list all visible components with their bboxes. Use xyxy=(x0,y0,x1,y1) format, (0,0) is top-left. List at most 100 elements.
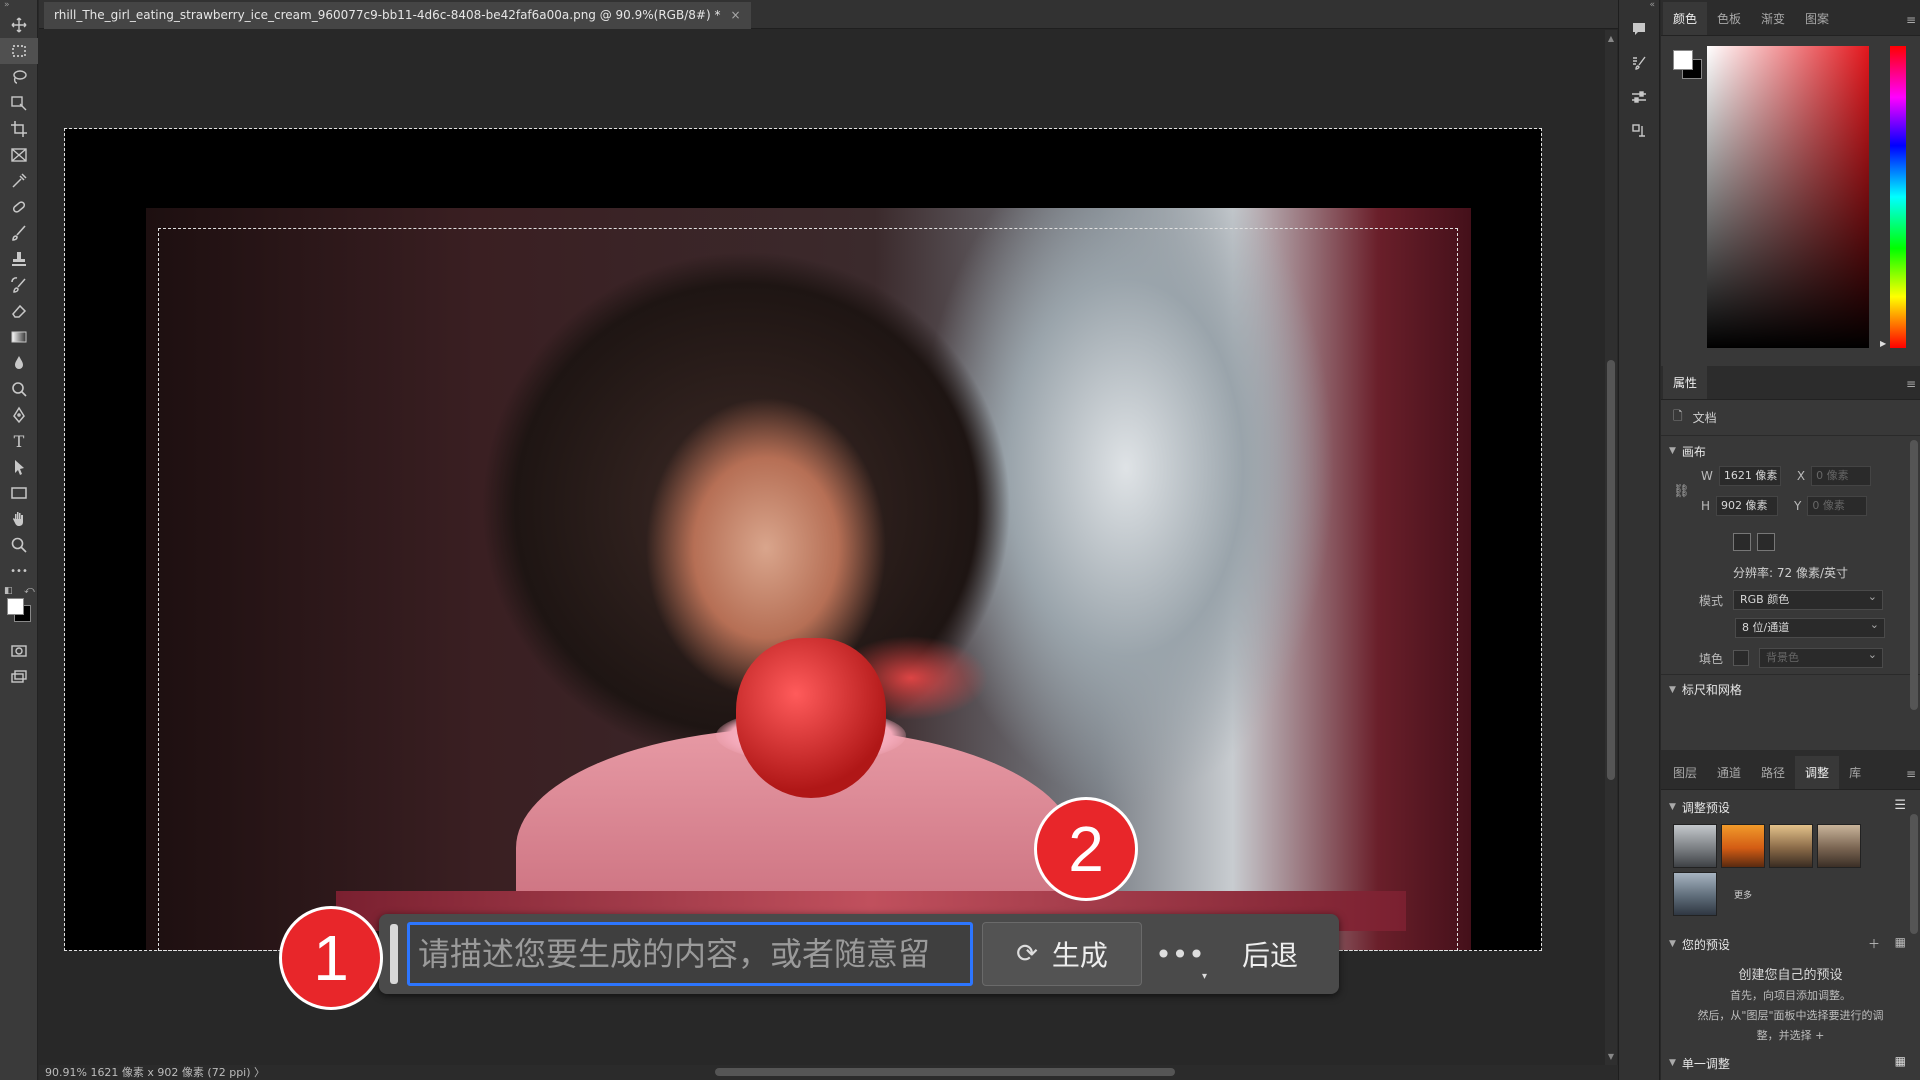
scroll-down-icon[interactable]: ▼ xyxy=(1605,1052,1617,1061)
move-tool-icon[interactable] xyxy=(0,12,38,38)
contextual-task-bar: ⟳ 生成 ••• ▾ 后退 xyxy=(379,914,1339,994)
grid-view-icon[interactable]: ▦ xyxy=(1895,1054,1906,1068)
crop-tool-icon[interactable] xyxy=(0,116,38,142)
rulers-grid-section-header[interactable]: ▼ 标尺和网格 xyxy=(1661,674,1920,704)
list-view-icon[interactable]: ☰ xyxy=(1894,798,1906,813)
toolbar-collapse-button[interactable]: » xyxy=(0,0,37,12)
landscape-orientation-icon[interactable] xyxy=(1757,533,1775,551)
task-bar-drag-handle[interactable] xyxy=(390,924,398,984)
more-tools-icon[interactable]: ••• xyxy=(0,558,38,584)
preset-thumbnail[interactable] xyxy=(1817,824,1861,868)
canvas-workspace[interactable]: ⟳ 生成 ••• ▾ 后退 1 2 xyxy=(39,30,1604,1065)
x-field: 0 像素 xyxy=(1811,466,1872,486)
close-tab-icon[interactable]: × xyxy=(730,2,740,29)
pen-tool-icon[interactable] xyxy=(0,402,38,428)
tools-panel: » T ••• ◧ ⤺ xyxy=(0,0,38,1080)
more-options-button[interactable]: ••• ▾ xyxy=(1151,922,1209,986)
saturation-value-field[interactable] xyxy=(1707,46,1869,348)
color-swatches[interactable]: ◧ ⤺ xyxy=(0,584,38,638)
quick-mask-icon[interactable] xyxy=(0,638,38,664)
document-icon: 🗋 xyxy=(1673,409,1683,423)
spot-heal-tool-icon[interactable] xyxy=(0,194,38,220)
dodge-tool-icon[interactable] xyxy=(0,376,38,402)
properties-scrollbar[interactable] xyxy=(1910,440,1918,710)
link-dimensions-icon[interactable]: ⛓ xyxy=(1673,484,1690,499)
grid-view-icon[interactable]: ▦ xyxy=(1895,935,1906,949)
foreground-color-swatch[interactable] xyxy=(7,598,24,615)
fill-color-swatch[interactable] xyxy=(1733,650,1750,666)
document-tab[interactable]: rhill_The_girl_eating_strawberry_ice_cre… xyxy=(44,2,751,29)
adjust-sliders-icon[interactable] xyxy=(1619,80,1659,114)
lasso-tool-icon[interactable] xyxy=(0,64,38,90)
x-label: X xyxy=(1796,469,1806,483)
type-tool-icon[interactable]: T xyxy=(0,428,38,454)
girl-strawberry-image xyxy=(146,208,1471,950)
preset-thumbnail[interactable] xyxy=(1673,872,1717,916)
screen-mode-icon[interactable] xyxy=(0,664,38,690)
adjustments-menu-icon[interactable]: ≡ xyxy=(1906,767,1916,781)
preset-thumbnail[interactable] xyxy=(1769,824,1813,868)
bit-depth-select[interactable]: 8 位/通道 xyxy=(1735,616,1885,638)
swap-colors-icon[interactable]: ⤺ xyxy=(24,585,35,596)
y-field: 0 像素 xyxy=(1807,496,1868,516)
clone-stamp-tool-icon[interactable] xyxy=(0,246,38,272)
generative-prompt-input[interactable] xyxy=(407,922,973,986)
tab-color[interactable]: 颜色 xyxy=(1663,2,1708,35)
undo-button[interactable]: 后退 xyxy=(1215,922,1325,986)
adjustments-scrollbar[interactable] xyxy=(1910,814,1918,934)
tab-properties[interactable]: 属性 xyxy=(1663,366,1708,399)
tab-libraries[interactable]: 库 xyxy=(1839,764,1871,789)
tab-adjustments[interactable]: 调整 xyxy=(1795,756,1840,789)
gradient-tool-icon[interactable] xyxy=(0,324,38,350)
vertical-scroll-thumb[interactable] xyxy=(1607,360,1615,780)
layers-panel-tabs: 图层 通道 路径 调整 库 ≡ xyxy=(1661,750,1920,790)
hue-slider[interactable] xyxy=(1890,46,1906,348)
height-field[interactable]: 902 像素 xyxy=(1716,496,1779,516)
color-panel-menu-icon[interactable]: ≡ xyxy=(1906,13,1916,27)
history-brush-tool-icon[interactable] xyxy=(0,272,38,298)
portrait-orientation-icon[interactable] xyxy=(1733,533,1751,551)
add-preset-icon[interactable]: ＋ xyxy=(1868,935,1880,952)
generate-button[interactable]: ⟳ 生成 xyxy=(982,922,1142,986)
height-label: H xyxy=(1701,499,1711,513)
color-mode-select[interactable]: RGB 颜色 xyxy=(1733,588,1884,610)
preset-thumbnail[interactable] xyxy=(1721,824,1765,868)
color-picker: ▶ xyxy=(1661,36,1920,366)
path-select-tool-icon[interactable] xyxy=(0,454,38,480)
rect-marquee-tool-icon[interactable] xyxy=(0,38,38,64)
default-colors-icon[interactable]: ◧ xyxy=(4,586,13,596)
properties-menu-icon[interactable]: ≡ xyxy=(1906,377,1916,391)
canvas-vertical-scrollbar[interactable]: ▲ ▼ xyxy=(1605,30,1617,1065)
scroll-up-icon[interactable]: ▲ xyxy=(1605,34,1617,43)
blur-tool-icon[interactable] xyxy=(0,350,38,376)
canvas-section-header[interactable]: ▼ 画布 xyxy=(1661,436,1920,466)
tab-swatches[interactable]: 色板 xyxy=(1707,10,1751,35)
hand-tool-icon[interactable] xyxy=(0,506,38,532)
tab-paths[interactable]: 路径 xyxy=(1751,764,1795,789)
width-field[interactable]: 1621 像素 xyxy=(1718,466,1781,486)
your-presets-header[interactable]: ▼ 您的预设 ＋ ▦ xyxy=(1661,922,1920,966)
history-icon[interactable] xyxy=(1619,114,1659,148)
tab-gradients[interactable]: 渐变 xyxy=(1751,10,1795,35)
status-text: 90.91% 1621 像素 x 902 像素 (72 ppi) 〉 xyxy=(45,1066,266,1079)
more-presets-button[interactable]: 更多 xyxy=(1721,872,1765,916)
adjust-presets-header[interactable]: ▼ 调整预设 ☰ xyxy=(1661,790,1920,824)
object-select-tool-icon[interactable] xyxy=(0,90,38,116)
single-adjustment-header[interactable]: ▼ 单一调整 ▦ xyxy=(1661,1046,1920,1080)
preset-thumbnail[interactable] xyxy=(1673,824,1717,868)
tab-layers[interactable]: 图层 xyxy=(1663,764,1707,789)
comments-icon[interactable] xyxy=(1619,12,1659,46)
rectangle-tool-icon[interactable] xyxy=(0,480,38,506)
brush-tool-icon[interactable] xyxy=(0,220,38,246)
tab-channels[interactable]: 通道 xyxy=(1707,764,1751,789)
zoom-tool-icon[interactable] xyxy=(0,532,38,558)
eraser-tool-icon[interactable] xyxy=(0,298,38,324)
eyedropper-tool-icon[interactable] xyxy=(0,168,38,194)
create-preset-line2: 然后，从"图层"面板中选择要进行的调 xyxy=(1697,1009,1884,1022)
brush-settings-icon[interactable] xyxy=(1619,46,1659,80)
iconcol-collapse-button[interactable]: « xyxy=(1619,0,1659,12)
panel-foreground-swatch[interactable] xyxy=(1673,50,1693,70)
frame-tool-icon[interactable] xyxy=(0,142,38,168)
tab-patterns[interactable]: 图案 xyxy=(1795,10,1839,35)
horizontal-scroll-thumb[interactable] xyxy=(715,1068,1175,1076)
